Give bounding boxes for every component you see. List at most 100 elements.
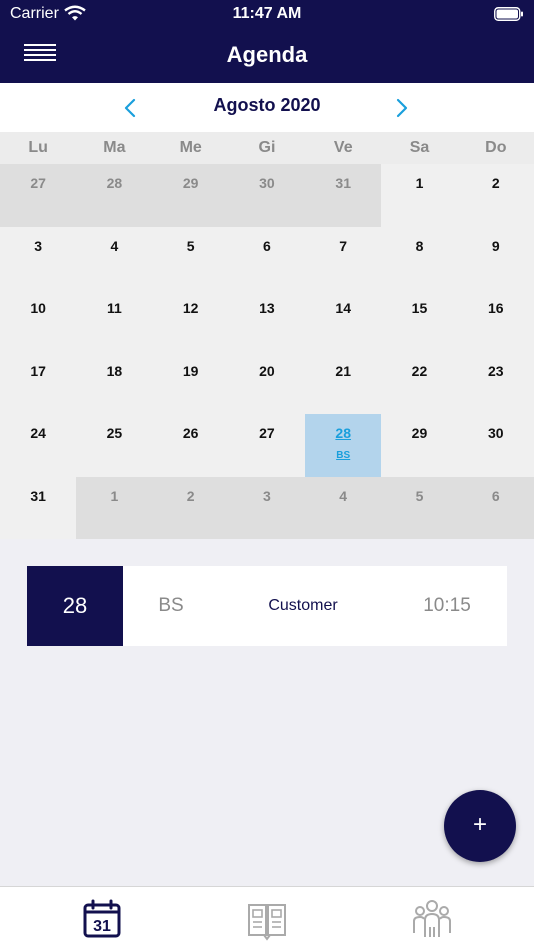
appointment-item[interactable]: 28 BS Customer 10:15 bbox=[27, 566, 507, 646]
day-number: 27 bbox=[30, 175, 46, 191]
weekday-header: Lu Ma Me Gi Ve Sa Do bbox=[0, 132, 534, 164]
day-number: 18 bbox=[106, 362, 123, 379]
day-number: 11 bbox=[106, 300, 122, 316]
calendar-day[interactable]: 25 bbox=[76, 414, 152, 477]
calendar-day[interactable]: 26 bbox=[153, 414, 229, 477]
clients-icon[interactable] bbox=[410, 897, 454, 941]
calendar-day[interactable]: 20 bbox=[229, 352, 305, 415]
calendar-week: 27 28 29 30 31 1 2 bbox=[0, 164, 534, 227]
day-number: 3 bbox=[34, 237, 43, 254]
day-number: 8 bbox=[415, 237, 424, 254]
day-number: 20 bbox=[259, 362, 275, 379]
calendar-day[interactable]: 27 bbox=[229, 414, 305, 477]
tab-bar: 31 bbox=[0, 886, 534, 950]
month-label: Agosto 2020 bbox=[213, 95, 321, 115]
calendar-day[interactable]: 6 bbox=[457, 476, 534, 539]
calendar-week: 3 4 5 6 7 8 9 bbox=[0, 227, 534, 290]
day-number: 24 bbox=[30, 425, 46, 441]
day-number: 21 bbox=[335, 362, 351, 379]
calendar-day[interactable]: 2 bbox=[458, 164, 534, 227]
calendar-day[interactable]: 23 bbox=[458, 352, 534, 415]
calendar-day[interactable]: 22 bbox=[381, 352, 457, 415]
weekday-label: Lu bbox=[28, 139, 48, 156]
calendar-day[interactable]: 15 bbox=[381, 289, 457, 352]
calendar-week: 10 11 12 13 14 15 16 bbox=[0, 289, 534, 352]
calendar-day[interactable]: 8 bbox=[381, 227, 457, 290]
day-number: 6 bbox=[263, 237, 271, 254]
day-number: 15 bbox=[411, 300, 428, 316]
day-number: 30 bbox=[259, 175, 275, 191]
calendar-day[interactable]: 19 bbox=[153, 352, 229, 415]
calendar-icon[interactable]: 31 bbox=[80, 897, 124, 941]
weekday-label: Me bbox=[179, 139, 202, 156]
day-number: 4 bbox=[339, 487, 348, 504]
calendar-day[interactable]: 21 bbox=[305, 352, 381, 415]
calendar-day-selected[interactable]: 28 BS bbox=[305, 414, 382, 477]
day-number: 2 bbox=[186, 487, 195, 504]
calendar-day[interactable]: 3 bbox=[228, 476, 306, 539]
calendar-day[interactable]: 12 bbox=[153, 289, 229, 352]
day-number: 7 bbox=[339, 237, 348, 254]
page-title: Agenda bbox=[226, 42, 308, 67]
calendar-day[interactable]: 13 bbox=[229, 289, 305, 352]
calendar-day[interactable]: 4 bbox=[305, 476, 382, 539]
day-number: 27 bbox=[259, 425, 275, 441]
day-number: 19 bbox=[182, 362, 199, 379]
calendar-day[interactable]: 30 bbox=[458, 414, 534, 477]
calendar-day[interactable]: 29 bbox=[152, 164, 229, 227]
day-number: 28 bbox=[335, 425, 351, 441]
day-number: 13 bbox=[259, 300, 275, 316]
status-bar: Carrier 11:47 AM bbox=[0, 0, 534, 28]
calendar-icon-number: 31 bbox=[93, 918, 111, 935]
day-number: 30 bbox=[487, 425, 504, 441]
catalog-icon[interactable] bbox=[245, 897, 289, 941]
add-appointment-button[interactable]: + bbox=[444, 790, 516, 862]
calendar-day[interactable]: 29 bbox=[381, 414, 457, 477]
calendar-day[interactable]: 10 bbox=[0, 289, 76, 352]
calendar-day[interactable]: 30 bbox=[228, 164, 306, 227]
calendar-day[interactable]: 5 bbox=[153, 227, 229, 290]
day-number: 1 bbox=[415, 175, 424, 191]
month-header: Agosto 2020 bbox=[0, 83, 534, 132]
calendar-day[interactable]: 17 bbox=[0, 352, 76, 415]
calendar-day[interactable]: 28 bbox=[76, 164, 153, 227]
day-number: 6 bbox=[491, 487, 500, 504]
day-number: 5 bbox=[415, 487, 424, 504]
day-number: 9 bbox=[491, 237, 500, 254]
calendar-week: 24 25 26 27 28 BS 29 30 bbox=[0, 414, 534, 477]
calendar-day[interactable]: 11 bbox=[76, 289, 152, 352]
calendar-day[interactable]: 6 bbox=[229, 227, 305, 290]
day-number: 3 bbox=[263, 487, 271, 504]
appointment-code: BS bbox=[158, 595, 184, 616]
calendar-day[interactable]: 2 bbox=[152, 476, 229, 539]
day-event-marker: BS bbox=[336, 450, 351, 461]
day-number: 29 bbox=[182, 175, 199, 191]
weekday-label: Ma bbox=[103, 139, 126, 156]
calendar-day[interactable]: 14 bbox=[305, 289, 381, 352]
weekday-label: Ve bbox=[333, 139, 353, 156]
day-number: 28 bbox=[106, 175, 123, 191]
calendar-day[interactable]: 4 bbox=[76, 227, 152, 290]
calendar-day[interactable]: 7 bbox=[305, 227, 381, 290]
calendar-day[interactable]: 5 bbox=[381, 476, 458, 539]
calendar-day[interactable]: 16 bbox=[458, 289, 534, 352]
weekday-label: Do bbox=[485, 139, 507, 156]
calendar-day[interactable]: 9 bbox=[458, 227, 534, 290]
day-number: 23 bbox=[487, 362, 504, 379]
day-number: 16 bbox=[487, 300, 504, 316]
calendar-day[interactable]: 27 bbox=[0, 164, 77, 227]
navigation-bar: Carrier 11:47 AM Agenda bbox=[0, 0, 534, 83]
day-number: 4 bbox=[110, 237, 119, 254]
appointment-day: 28 bbox=[27, 566, 123, 646]
chevron-right-icon[interactable] bbox=[394, 97, 410, 119]
calendar-day[interactable]: 18 bbox=[76, 352, 152, 415]
calendar-day[interactable]: 1 bbox=[76, 476, 153, 539]
calendar-day[interactable]: 31 bbox=[0, 477, 76, 540]
day-number: 26 bbox=[182, 425, 199, 441]
day-number: 29 bbox=[411, 425, 428, 441]
calendar-day[interactable]: 31 bbox=[305, 164, 382, 227]
day-number: 31 bbox=[30, 487, 46, 504]
calendar-day[interactable]: 3 bbox=[0, 227, 76, 290]
calendar-day[interactable]: 24 bbox=[0, 414, 76, 477]
calendar-day[interactable]: 1 bbox=[381, 164, 457, 227]
